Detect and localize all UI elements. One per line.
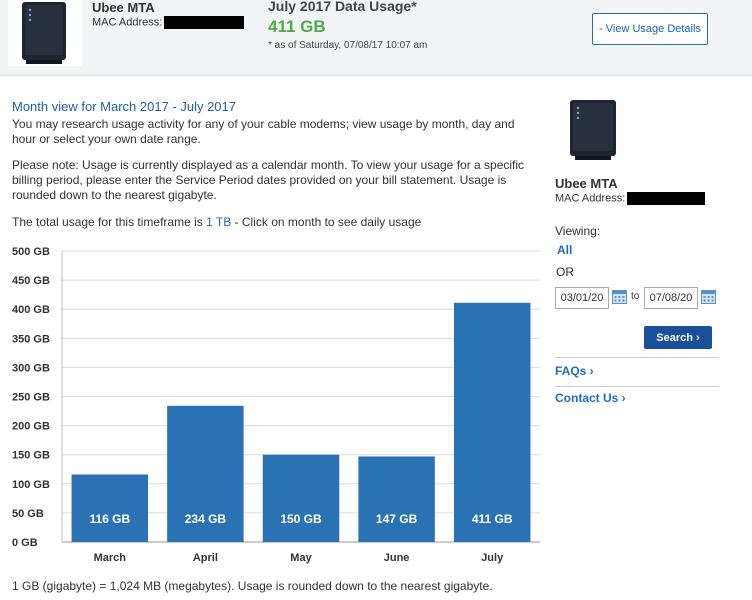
intro-text: You may research usage activity for any … bbox=[12, 117, 515, 146]
modem-image bbox=[8, 0, 82, 66]
viewing-label: Viewing: bbox=[555, 224, 601, 238]
view-usage-details-button[interactable]: - View Usage Details bbox=[592, 13, 708, 45]
faqs-link[interactable]: FAQs › bbox=[555, 364, 594, 378]
divider bbox=[555, 386, 719, 387]
sidebar-mac-redaction bbox=[627, 192, 706, 205]
usage-footnote: 1 GB (gigabyte) = 1,024 MB (megabytes). … bbox=[12, 579, 493, 593]
sidebar-mac-address: MAC Address: bbox=[555, 192, 706, 205]
usage-timestamp: * as of Saturday, 07/08/17 10:07 am bbox=[268, 40, 428, 51]
total-suffix: - Click on month to see daily usage bbox=[231, 215, 422, 229]
y-tick-label: 400 GB bbox=[12, 304, 50, 316]
x-tick-label: May bbox=[290, 552, 312, 564]
y-tick-label: 450 GB bbox=[12, 275, 50, 287]
bar-value-label: 116 GB bbox=[89, 512, 130, 526]
usage-header: Ubee MTA MAC Address: July 2017 Data Usa… bbox=[0, 0, 752, 76]
contact-us-link[interactable]: Contact Us › bbox=[555, 391, 626, 405]
y-tick-label: 350 GB bbox=[12, 333, 50, 345]
bar-value-label: 147 GB bbox=[376, 512, 418, 526]
x-tick-label: March bbox=[94, 552, 127, 564]
usage-title: July 2017 Data Usage* bbox=[268, 0, 417, 14]
y-tick-label: 500 GB bbox=[12, 246, 50, 258]
bar-june[interactable] bbox=[358, 456, 435, 542]
sidebar-modem-image bbox=[568, 98, 620, 164]
y-tick-label: 300 GB bbox=[12, 362, 50, 374]
y-tick-label: 200 GB bbox=[12, 421, 50, 433]
bar-july[interactable] bbox=[453, 302, 531, 542]
to-label: to bbox=[631, 291, 640, 302]
y-tick-label: 0 GB bbox=[12, 537, 38, 549]
bar-value-label: 234 GB bbox=[185, 512, 227, 526]
start-date-input[interactable] bbox=[555, 287, 609, 309]
y-tick-label: 150 GB bbox=[12, 450, 50, 462]
usage-bar-chart: 0 GB 50 GB 100 GB 150 GB 200 GB 250 GB 300 GB 3… bbox=[12, 246, 540, 564]
end-calendar-icon[interactable] bbox=[701, 289, 716, 304]
y-tick-label: 50 GB bbox=[12, 508, 44, 520]
sidebar-mac-label: MAC Address: bbox=[555, 192, 626, 205]
mac-redaction bbox=[164, 16, 245, 29]
mac-label: MAC Address: bbox=[92, 16, 163, 29]
page-title: Month view for March 2017 - July 2017 bbox=[12, 99, 236, 114]
bar-march[interactable] bbox=[71, 474, 149, 542]
start-calendar-icon[interactable] bbox=[612, 289, 627, 304]
sidebar-device-name: Ubee MTA bbox=[555, 176, 618, 191]
bar-value-label: 411 GB bbox=[472, 512, 513, 526]
x-tick-label: July bbox=[481, 552, 504, 564]
x-tick-label: June bbox=[384, 552, 410, 564]
view-all-link[interactable]: All bbox=[557, 243, 572, 257]
mac-address: MAC Address: bbox=[92, 16, 245, 29]
total-usage-link[interactable]: 1 TB bbox=[206, 215, 231, 229]
bar-may[interactable] bbox=[262, 454, 340, 542]
total-usage-text: The total usage for this timeframe is 1 … bbox=[12, 215, 532, 230]
divider bbox=[555, 357, 719, 358]
usage-value: 411 GB bbox=[268, 17, 326, 36]
bar-value-label: 150 GB bbox=[280, 512, 322, 526]
device-name: Ubee MTA bbox=[92, 0, 155, 15]
x-tick-label: April bbox=[193, 552, 218, 564]
y-tick-label: 100 GB bbox=[12, 479, 50, 491]
end-date-input[interactable] bbox=[644, 287, 698, 309]
search-button[interactable]: Search › bbox=[644, 326, 712, 349]
or-label: OR bbox=[556, 265, 574, 279]
note-text: Please note: Usage is currently displaye… bbox=[12, 158, 525, 202]
y-tick-label: 250 GB bbox=[12, 392, 50, 404]
total-prefix: The total usage for this timeframe is bbox=[12, 215, 207, 229]
